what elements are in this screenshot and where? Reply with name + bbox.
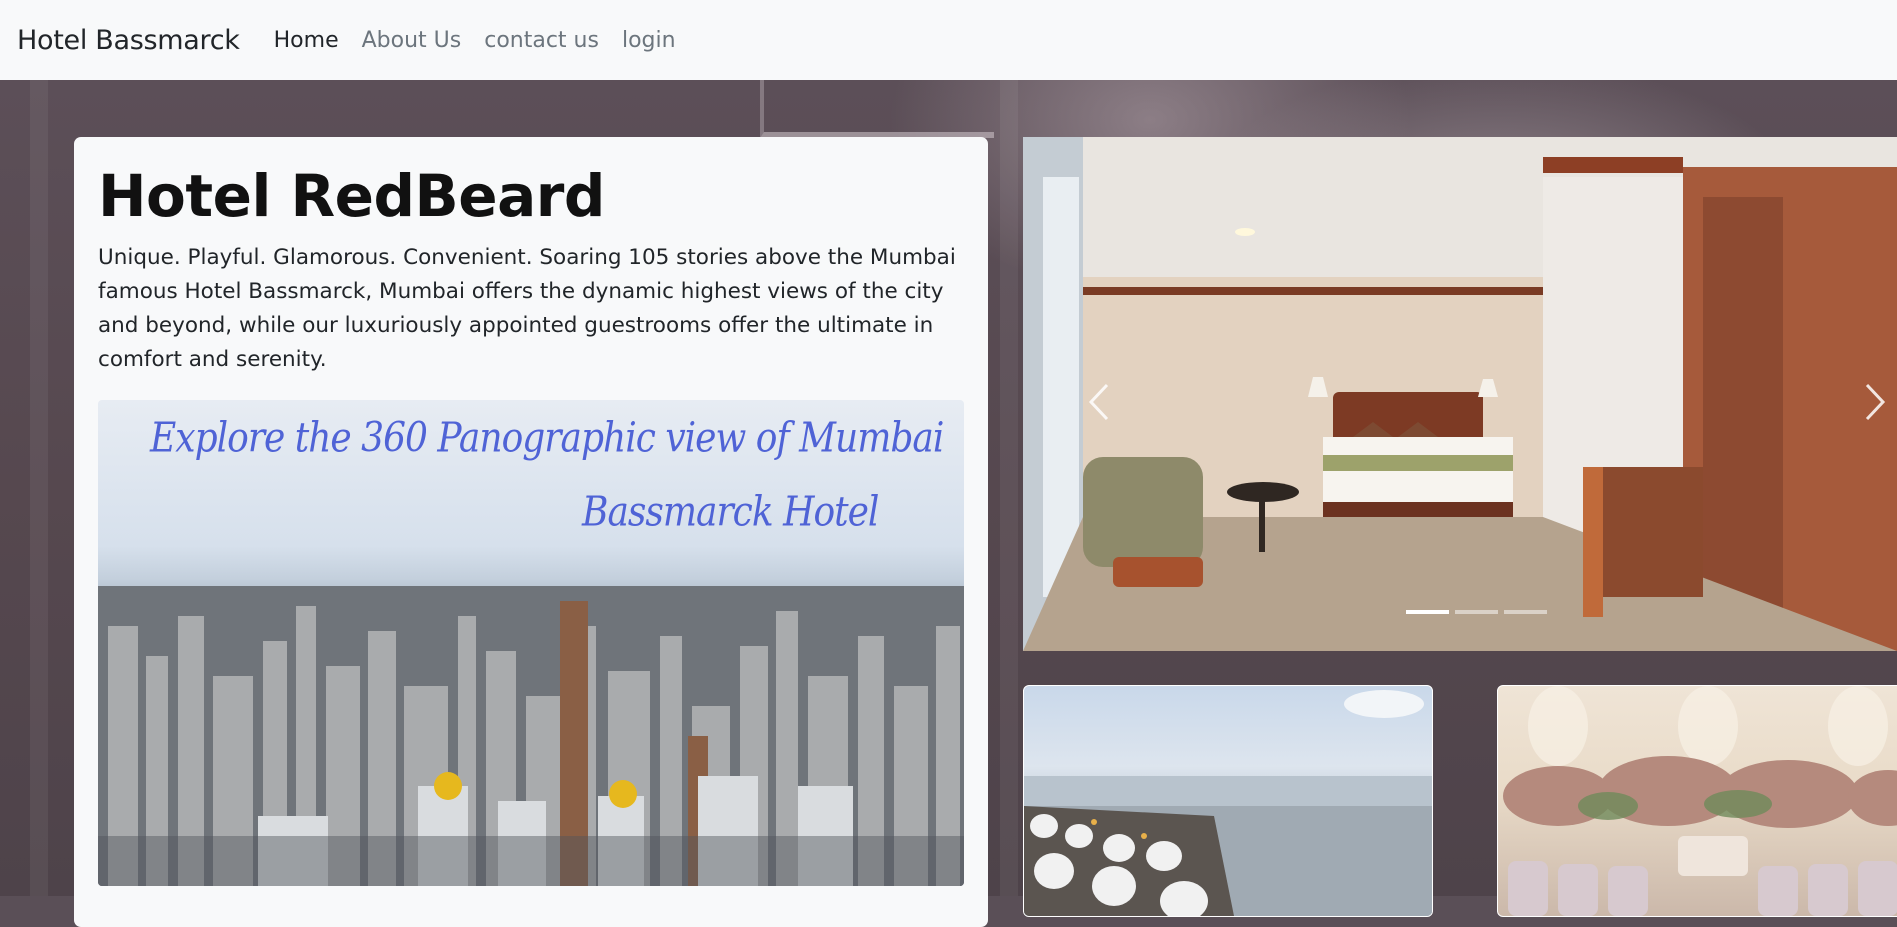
panorama-caption-line2: Bassmarck Hotel (582, 488, 879, 537)
chevron-right-icon (1865, 383, 1886, 421)
rooftop-dining-illustration (1024, 690, 1432, 916)
nav-link-contact-us[interactable]: contact us (484, 28, 599, 53)
carousel-next-button[interactable] (1855, 377, 1895, 427)
carousel-prev-button[interactable] (1079, 377, 1119, 427)
brand-link[interactable]: Hotel Bassmarck (17, 25, 240, 56)
carousel-indicators (1406, 610, 1547, 614)
intro-description: Unique. Playful. Glamorous. Convenient. … (98, 245, 956, 372)
page-title: Hotel RedBeard (98, 162, 605, 230)
room-carousel[interactable] (1023, 137, 1897, 651)
ceiling-molding (760, 80, 994, 138)
banquet-hall-illustration (1503, 686, 1897, 916)
panorama-caption-line1: Explore the 360 Panographic view of Mumb… (150, 414, 944, 463)
carousel-slide-image (1023, 137, 1897, 651)
nav-link-home[interactable]: Home (274, 28, 339, 53)
carousel-indicator-2[interactable] (1455, 610, 1498, 614)
city-skyline (98, 586, 964, 886)
carousel-indicator-3[interactable] (1504, 610, 1547, 614)
rooftop-dining-image[interactable] (1023, 685, 1433, 917)
intro-card: Hotel RedBeard Unique. Playful. Glamorou… (74, 137, 988, 927)
navbar: Hotel Bassmarck Home About Us contact us… (0, 0, 1897, 80)
nav-link-login[interactable]: login (622, 28, 676, 53)
carousel-indicator-1[interactable] (1406, 610, 1449, 614)
nav-link-about-us[interactable]: About Us (362, 28, 462, 53)
panorama-image: Explore the 360 Panographic view of Mumb… (98, 400, 964, 886)
chevron-left-icon (1088, 383, 1109, 421)
banquet-hall-image[interactable] (1497, 685, 1897, 917)
